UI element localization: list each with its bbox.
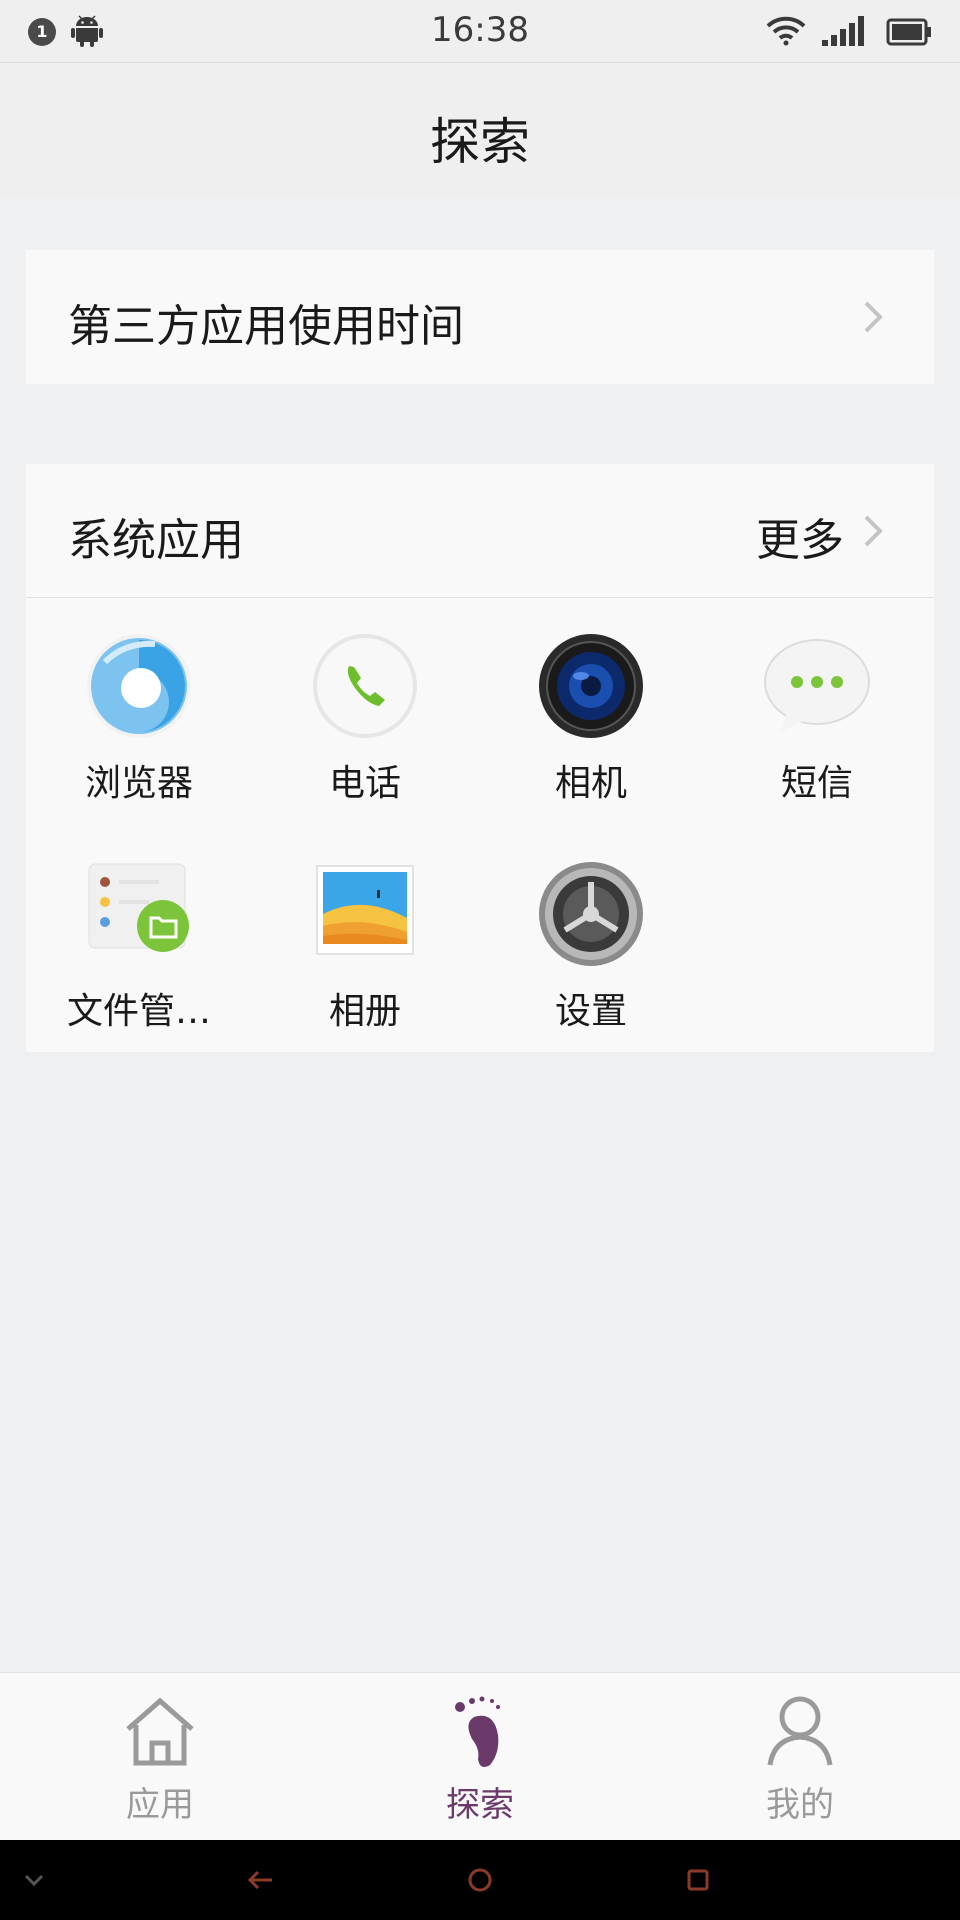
title-bar: 探索: [0, 64, 960, 196]
battery-icon: [886, 18, 931, 46]
phone-icon: [313, 634, 417, 738]
tab-apps-label: 应用: [126, 1785, 194, 1825]
home-icon: [126, 1697, 194, 1766]
app-settings[interactable]: 设置: [478, 860, 704, 1060]
tab-explore-label: 探索: [446, 1785, 514, 1825]
third-party-usage-label: 第三方应用使用时间: [68, 301, 464, 352]
app-name: 设置: [554, 991, 627, 1032]
person-icon: [767, 1696, 833, 1766]
recents-icon[interactable]: [678, 1860, 718, 1900]
app-name: 浏览器: [84, 763, 193, 804]
chevron-right-icon[interactable]: [862, 513, 884, 549]
back-icon[interactable]: [240, 1860, 280, 1900]
app-browser[interactable]: 浏览器: [26, 632, 252, 832]
tab-explore[interactable]: 探索: [320, 1673, 640, 1841]
page-title: 探索: [430, 113, 530, 171]
app-file-manager[interactable]: 文件管…: [26, 860, 252, 1060]
system-apps-label: 系统应用: [68, 515, 244, 566]
clock: 16:38: [431, 10, 529, 50]
app-name: 文件管…: [66, 991, 211, 1032]
browser-icon: [87, 634, 191, 738]
tab-apps[interactable]: 应用: [0, 1673, 320, 1841]
home-circle-icon[interactable]: [460, 1860, 500, 1900]
system-apps-header: 系统应用 更多: [26, 464, 934, 598]
file-manager-icon: [88, 863, 189, 952]
wifi-icon: [766, 16, 806, 46]
app-name: 相机: [554, 763, 627, 804]
tab-mine-label: 我的: [766, 1785, 834, 1825]
status-bar: 1 16:38: [0, 0, 960, 63]
tab-mine[interactable]: 我的: [640, 1673, 960, 1841]
app-name: 电话: [328, 763, 401, 804]
footprint-icon: [455, 1696, 500, 1767]
bottom-nav: 应用 探索 我的: [0, 1672, 960, 1840]
chevron-right-icon: [864, 301, 883, 333]
system-nav-bar: [0, 1840, 960, 1920]
app-name: 相册: [328, 991, 401, 1032]
system-apps-card: 系统应用 更多 浏览器 电话 相机 短信 文件管… 相册 设置: [26, 464, 934, 1052]
app-phone[interactable]: 电话: [252, 632, 478, 832]
collapse-icon[interactable]: [14, 1860, 54, 1900]
app-name: 短信: [780, 763, 853, 804]
app-gallery[interactable]: 相册: [252, 860, 478, 1060]
signal-icon: [822, 16, 864, 46]
app-messages[interactable]: 短信: [704, 632, 930, 832]
settings-icon: [539, 862, 643, 966]
gallery-icon: [316, 865, 414, 955]
messages-icon: [764, 639, 870, 732]
camera-icon: [539, 634, 643, 738]
app-camera[interactable]: 相机: [478, 632, 704, 832]
more-link[interactable]: 更多: [756, 504, 844, 568]
third-party-usage-row[interactable]: 第三方应用使用时间: [26, 250, 934, 384]
